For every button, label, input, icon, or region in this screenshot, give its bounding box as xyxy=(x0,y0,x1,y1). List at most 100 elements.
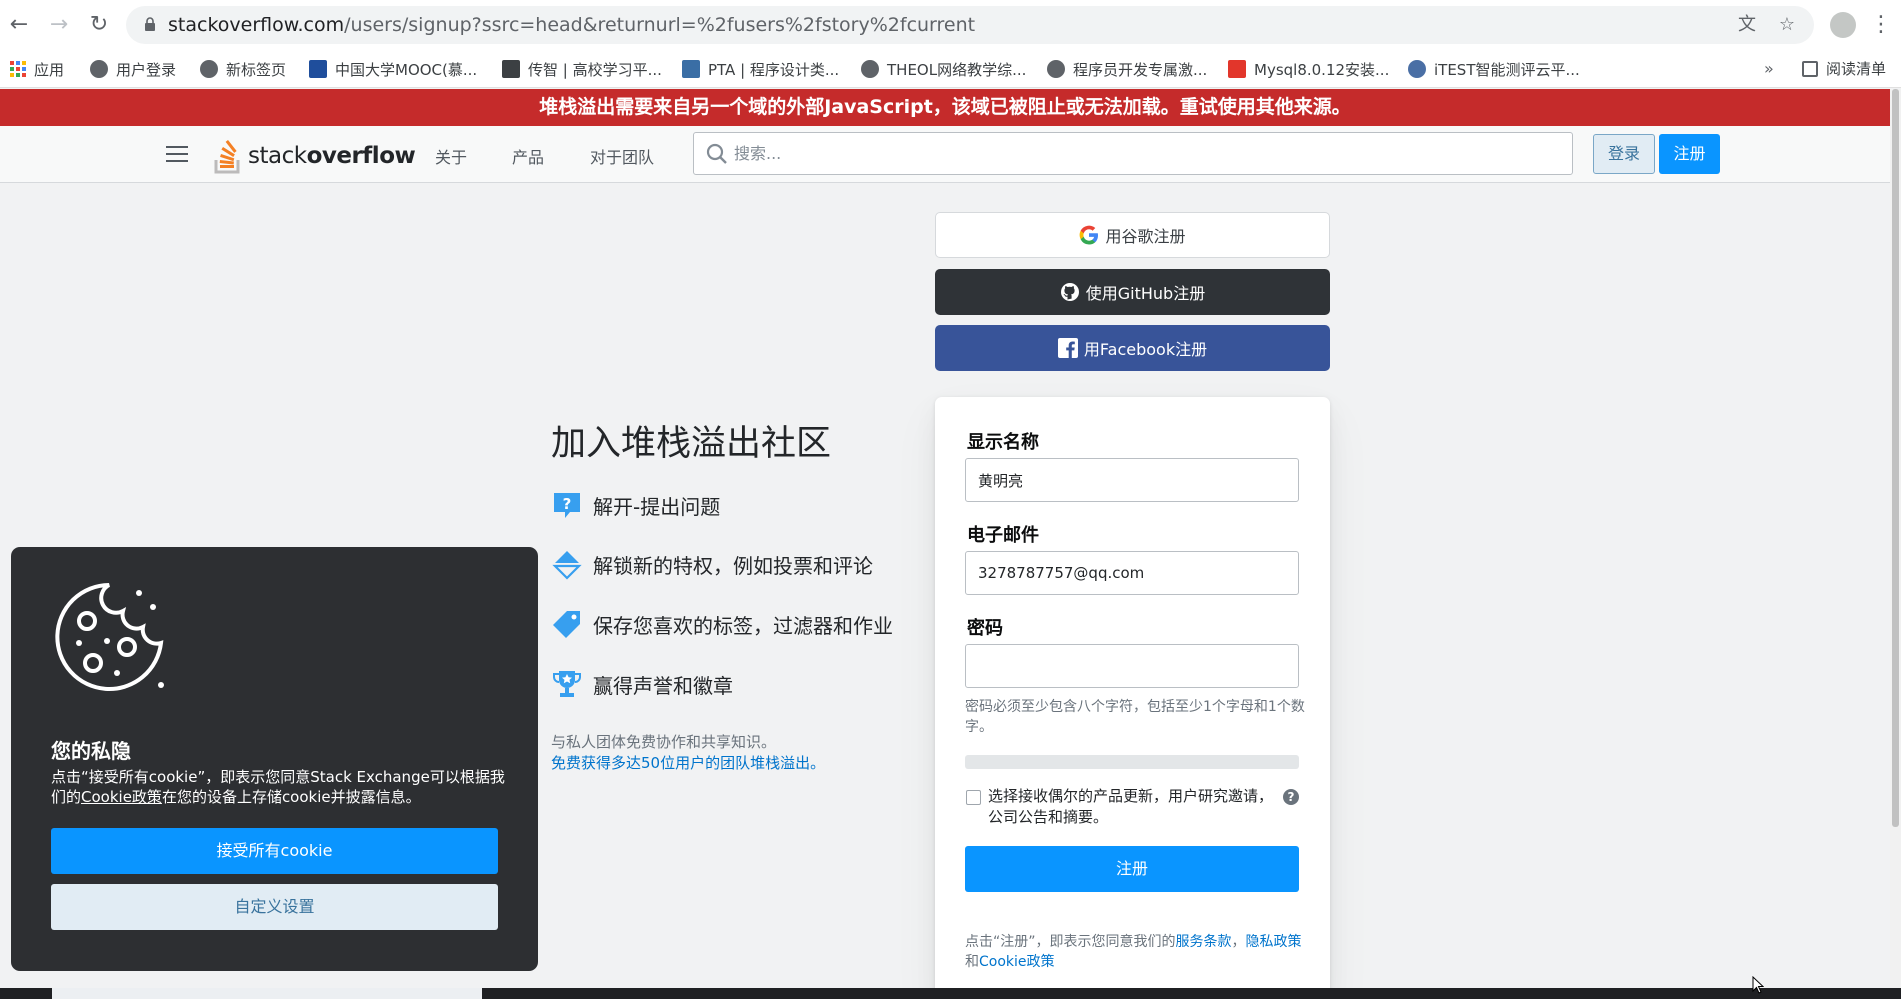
url-host: stackoverflow.com xyxy=(168,14,345,36)
globe-icon xyxy=(90,60,108,78)
password-field[interactable] xyxy=(965,644,1299,688)
pta-icon xyxy=(682,60,700,78)
svg-text:?: ? xyxy=(563,495,572,513)
nav-about[interactable]: 关于 xyxy=(435,144,467,168)
opt-in-checkbox[interactable] xyxy=(966,790,981,805)
facebook-signup-button[interactable]: 用Facebook注册 xyxy=(935,325,1330,371)
signup-form-card: 显示名称 电子邮件 密码 密码必须至少包含八个字符，包括至少1个字母和1个数字。… xyxy=(935,397,1330,999)
graduation-cap-icon xyxy=(502,60,520,78)
so-topbar: stackoverflow 关于 产品 对于团队 登录 注册 xyxy=(0,126,1890,183)
hamburger-menu-icon[interactable] xyxy=(166,146,188,162)
bookmark-item[interactable]: 新标签页 xyxy=(200,56,286,82)
perk-label: 保存您喜欢的标签，过滤器和作业 xyxy=(593,613,893,638)
star-icon[interactable]: ☆ xyxy=(1776,14,1798,36)
accept-all-cookies-button[interactable]: 接受所有cookie xyxy=(51,828,498,874)
display-name-field[interactable] xyxy=(965,458,1299,502)
cookie-policy-link[interactable]: Cookie政策 xyxy=(979,954,1055,970)
team-promo-text: 与私人团体免费协作和共享知识。 xyxy=(551,733,777,751)
google-signup-button[interactable]: 用谷歌注册 xyxy=(935,212,1330,258)
customize-cookies-button[interactable]: 自定义设置 xyxy=(51,884,498,930)
logo-overflow: overflow xyxy=(306,143,416,169)
search-input[interactable] xyxy=(734,133,1554,174)
nav-products[interactable]: 产品 xyxy=(512,144,544,168)
login-button[interactable]: 登录 xyxy=(1593,134,1655,174)
more-menu-icon[interactable]: ⋮ xyxy=(1870,10,1892,40)
browser-toolbar: ← → ↻ stackoverflow.com/users/signup?ssr… xyxy=(0,0,1901,50)
mooc-icon xyxy=(309,60,327,78)
so-logo-icon xyxy=(214,139,240,174)
so-logo[interactable]: stackoverflow xyxy=(214,132,416,174)
so-logo-text: stackoverflow xyxy=(248,143,416,169)
cookie-policy-link[interactable]: Cookie政策 xyxy=(81,788,162,806)
globe-icon xyxy=(1047,60,1065,78)
bookmark-item[interactable]: 传智 | 高校学习平... xyxy=(502,56,662,82)
bookmark-item[interactable]: iTEST智能测评云平... xyxy=(1408,56,1580,82)
reading-list-label: 阅读清单 xyxy=(1826,60,1887,78)
facebook-icon xyxy=(1057,338,1078,358)
team-promo: 与私人团体免费协作和共享知识。 免费获得多达50位用户的团队堆栈溢出。 xyxy=(551,732,825,774)
tag-icon xyxy=(553,611,580,638)
privacy-policy-link[interactable]: 隐私政策 xyxy=(1246,934,1302,950)
terms-of-service-link[interactable]: 服务条款 xyxy=(1176,934,1232,950)
perk-save-tags: 保存您喜欢的标签，过滤器和作业 xyxy=(551,608,893,640)
cookie-body-text: 在您的设备上存储cookie并披露信息。 xyxy=(161,788,421,806)
terms-prefix: 点击“注册”，即表示您同意我们的 xyxy=(965,934,1176,950)
perk-label: 赢得声誉和徽章 xyxy=(593,673,733,698)
mouse-cursor-icon xyxy=(1752,976,1764,994)
bookmark-label: Mysql8.0.12安装... xyxy=(1254,60,1390,79)
bookmarks-bar: 应用 用户登录 新标签页 中国大学MOOC(慕... 传智 | 高校学习平...… xyxy=(0,50,1901,88)
nav-for-teams[interactable]: 对于团队 xyxy=(590,144,654,168)
vote-arrows-icon xyxy=(552,551,582,580)
submit-signup-button[interactable]: 注册 xyxy=(965,846,1299,892)
github-icon xyxy=(1060,283,1079,301)
perk-label: 解锁新的特权，例如投票和评论 xyxy=(593,553,873,578)
bookmark-item[interactable]: 中国大学MOOC(慕... xyxy=(309,56,477,82)
bookmark-item[interactable]: PTA | 程序设计类... xyxy=(682,56,839,82)
password-hint: 密码必须至少包含八个字符，包括至少1个字母和1个数字。 xyxy=(965,699,1305,735)
team-promo-link[interactable]: 免费获得多达50位用户的团队堆栈溢出。 xyxy=(551,753,825,774)
cookie-body: 点击“接受所有cookie”，即表示您同意Stack Exchange可以根据我… xyxy=(51,767,511,807)
taskbar-segment xyxy=(52,988,482,999)
bookmark-label: THEOL网络教学综... xyxy=(887,60,1027,79)
bookmark-apps[interactable]: 应用 xyxy=(10,56,64,82)
google-icon xyxy=(1080,225,1099,245)
url-text: stackoverflow.com/users/signup?ssrc=head… xyxy=(168,14,975,36)
question-bubble-icon: ? xyxy=(554,493,580,518)
signup-button[interactable]: 注册 xyxy=(1659,134,1720,174)
bookmark-item[interactable]: THEOL网络教学综... xyxy=(861,56,1026,82)
reload-icon[interactable]: ↻ xyxy=(84,10,114,40)
perk-privileges: 解锁新的特权，例如投票和评论 xyxy=(551,548,873,580)
reading-list[interactable]: 阅读清单 xyxy=(1802,56,1886,82)
bookmark-item[interactable]: Mysql8.0.12安装... xyxy=(1228,56,1389,82)
address-bar[interactable]: stackoverflow.com/users/signup?ssrc=head… xyxy=(126,6,1814,44)
password-label: 密码 xyxy=(967,618,1003,639)
translate-icon[interactable]: ⽂ xyxy=(1736,14,1758,36)
globe-icon xyxy=(861,60,879,78)
globe-icon xyxy=(200,60,218,78)
reading-list-icon xyxy=(1802,61,1818,77)
back-arrow-icon[interactable]: ← xyxy=(4,10,34,40)
page-scrollbar[interactable] xyxy=(1890,89,1901,989)
logo-stack: stack xyxy=(248,143,307,169)
github-signup-button[interactable]: 使用GitHub注册 xyxy=(935,269,1330,315)
bookmark-item[interactable]: 程序员开发专属激... xyxy=(1047,56,1207,82)
bookmarks-overflow-chevron[interactable]: » xyxy=(1764,56,1774,82)
help-icon[interactable]: ? xyxy=(1283,789,1299,805)
email-field[interactable] xyxy=(965,551,1299,595)
scrollbar-thumb[interactable] xyxy=(1892,89,1899,827)
cookie-title: 您的私隐 xyxy=(51,739,131,763)
cookie-icon xyxy=(55,583,164,691)
csdn-icon xyxy=(1228,60,1246,78)
profile-avatar[interactable] xyxy=(1830,12,1856,38)
terms-and: 和 xyxy=(965,954,979,970)
bookmark-label: 中国大学MOOC(慕... xyxy=(335,60,478,79)
bookmark-label: 程序员开发专属激... xyxy=(1073,60,1208,79)
bookmark-item[interactable]: 用户登录 xyxy=(90,56,176,82)
display-name-label: 显示名称 xyxy=(967,432,1039,453)
apps-grid-icon xyxy=(10,61,26,77)
bookmark-label: 用户登录 xyxy=(116,60,177,79)
bookmark-label: iTEST智能测评云平... xyxy=(1434,60,1580,79)
bookmark-label: 传智 | 高校学习平... xyxy=(528,60,662,79)
forward-arrow-icon[interactable]: → xyxy=(44,10,74,40)
terms-text: 点击“注册”，即表示您同意我们的服务条款，隐私政策和Cookie政策 xyxy=(965,932,1305,972)
